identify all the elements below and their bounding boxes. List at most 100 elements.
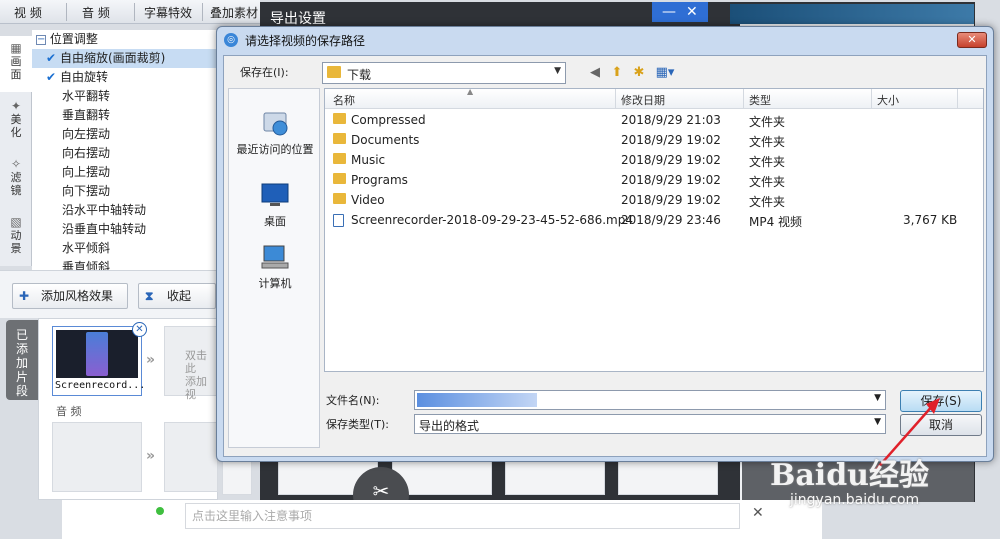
tree-item[interactable]: 水平翻转: [32, 87, 219, 106]
tab-picture[interactable]: ▦ 画 面: [0, 36, 32, 92]
place-desktop[interactable]: 桌面: [229, 181, 321, 229]
column-divider[interactable]: [615, 89, 616, 109]
column-divider[interactable]: [957, 89, 958, 109]
file-list: 名称 ▲ 修改日期 类型 大小 Compressed 2018/9/29 21:0…: [324, 87, 984, 372]
file-name: Screenrecorder-2018-09-29-23-45-52-686.m…: [351, 213, 633, 227]
file-row[interactable]: Documents 2018/9/29 19:02 文件夹: [325, 131, 983, 151]
file-size: 3,767 KB: [903, 213, 958, 227]
folder-icon: [333, 113, 346, 124]
menu-video[interactable]: 视 频: [14, 4, 42, 21]
magic-wand-icon: ✚: [19, 289, 30, 303]
file-name: Documents: [351, 133, 420, 147]
back-icon[interactable]: ◀: [586, 64, 604, 82]
menu-audio[interactable]: 音 频: [82, 4, 110, 21]
file-type: 文件夹: [749, 135, 786, 149]
audio-slot[interactable]: [52, 422, 142, 492]
column-header-date[interactable]: 修改日期: [621, 92, 665, 108]
tree-item[interactable]: 向下摆动: [32, 182, 219, 201]
place-recent[interactable]: 最近访问的位置: [229, 109, 321, 157]
save-in-dropdown[interactable]: 下载 ▼: [322, 62, 566, 84]
button-label: 添加风格效果: [41, 289, 114, 303]
tab-label: 已 添 加 片 段: [15, 328, 28, 398]
add-style-effect-button[interactable]: ✚ 添加风格效果: [12, 283, 128, 309]
menu-subtitle-effects[interactable]: 字幕特效: [144, 4, 192, 21]
file-row[interactable]: Compressed 2018/9/29 21:03 文件夹: [325, 111, 983, 131]
button-label: 收起: [167, 289, 192, 303]
file-name: Video: [351, 193, 385, 207]
action-button-bar: ✚ 添加风格效果 ⧗ 收起: [0, 270, 220, 318]
tree-item-label: 垂直倾斜: [62, 260, 111, 270]
column-header-type[interactable]: 类型: [749, 92, 771, 108]
double-chevron-icon: »: [146, 448, 156, 464]
added-clips-tab[interactable]: 已 添 加 片 段: [6, 320, 38, 400]
file-row[interactable]: Programs 2018/9/29 19:02 文件夹: [325, 171, 983, 191]
close-icon[interactable]: ✕: [752, 505, 764, 521]
collapse-icon: ⧗: [145, 289, 154, 303]
place-label: 桌面: [264, 215, 286, 228]
tree-group-label: 位置调整: [49, 32, 98, 46]
close-icon[interactable]: ✕: [957, 32, 987, 48]
minimize-icon[interactable]: —: [662, 2, 676, 22]
place-computer[interactable]: 计算机: [229, 243, 321, 291]
file-type: 文件夹: [749, 195, 786, 209]
tree-items: ✔ 自由缩放(画面裁剪) ✔ 自由旋转 水平翻转 垂直翻转向左摆动向右摆动 向上摆动向下摆动…: [32, 49, 219, 270]
export-dialog-title: 导出设置: [270, 11, 326, 27]
tree-item[interactable]: 向右摆动: [32, 144, 219, 163]
dialog-title: 请选择视频的保存路径: [245, 34, 366, 48]
view-menu-icon[interactable]: ▦▾: [652, 64, 678, 82]
tree-item[interactable]: ✔ 自由旋转: [32, 68, 219, 87]
tree-item[interactable]: 沿垂直中轴转动: [32, 220, 219, 239]
column-divider[interactable]: [871, 89, 872, 109]
checkmark-icon: ✔: [46, 70, 57, 84]
tree-item[interactable]: 水平倾斜: [32, 239, 219, 258]
folder-icon: [333, 133, 346, 144]
clip-preview: [56, 330, 138, 378]
folder-icon: [333, 193, 346, 204]
up-folder-icon[interactable]: ⬆: [608, 64, 626, 82]
folder-icon: [333, 153, 346, 164]
tree-item[interactable]: 沿水平中轴转动: [32, 201, 219, 220]
note-input[interactable]: 点击这里输入注意事项: [185, 503, 740, 529]
menu-divider: [134, 3, 135, 21]
remove-clip-icon[interactable]: ✕: [132, 322, 147, 337]
drop-hint: 双击此 添加视: [185, 349, 207, 401]
folder-icon: [333, 173, 346, 184]
place-label: 最近访问的位置: [236, 143, 314, 156]
tree-item-label: 向下摆动: [62, 184, 111, 198]
collapse-button[interactable]: ⧗ 收起: [138, 283, 216, 309]
tree-item[interactable]: 垂直翻转: [32, 106, 219, 125]
phone-screen: [86, 332, 108, 376]
tab-beautify[interactable]: ✦ 美 化: [0, 94, 32, 150]
close-icon[interactable]: ✕: [686, 2, 698, 22]
column-header-size[interactable]: 大小: [877, 92, 899, 108]
filetype-value: 导出的格式: [419, 419, 480, 433]
tree-item[interactable]: 向左摆动: [32, 125, 219, 144]
tab-motion[interactable]: ▧ 动 景: [0, 210, 32, 266]
column-header-name[interactable]: 名称: [333, 92, 355, 108]
clip-thumbnail[interactable]: Screenrecord...: [52, 326, 145, 396]
tree-item-label: 向左摆动: [62, 127, 111, 141]
export-window-controls: — ✕: [652, 2, 708, 22]
file-row[interactable]: Screenrecorder-2018-09-29-23-45-52-686.m…: [325, 211, 983, 231]
menu-overlay[interactable]: 叠加素材: [210, 4, 258, 21]
new-folder-icon[interactable]: ✱: [630, 64, 648, 82]
file-name: Music: [351, 153, 386, 167]
file-date: 2018/9/29 19:02: [621, 133, 721, 147]
drop-slot[interactable]: 双击此 添加视: [164, 326, 218, 401]
tree-group-header[interactable]: − 位置调整: [32, 30, 219, 49]
column-divider[interactable]: [743, 89, 744, 109]
tree-item-label: 沿垂直中轴转动: [62, 222, 147, 236]
file-type: 文件夹: [749, 155, 786, 169]
tree-item[interactable]: 垂直倾斜: [32, 258, 219, 270]
file-row[interactable]: Music 2018/9/29 19:02 文件夹: [325, 151, 983, 171]
save-in-value: 下载: [347, 68, 372, 82]
audio-slot[interactable]: [164, 422, 218, 492]
selected-text-highlight: [417, 393, 537, 407]
tree-item[interactable]: 向上摆动: [32, 163, 219, 182]
tree-item[interactable]: ✔ 自由缩放(画面裁剪): [32, 49, 219, 68]
filename-input[interactable]: ▼: [414, 390, 886, 410]
filetype-dropdown[interactable]: 导出的格式 ▼: [414, 414, 886, 434]
file-row[interactable]: Video 2018/9/29 19:02 文件夹: [325, 191, 983, 211]
tab-filter[interactable]: ✧ 滤 镜: [0, 152, 32, 208]
file-date: 2018/9/29 19:02: [621, 173, 721, 187]
